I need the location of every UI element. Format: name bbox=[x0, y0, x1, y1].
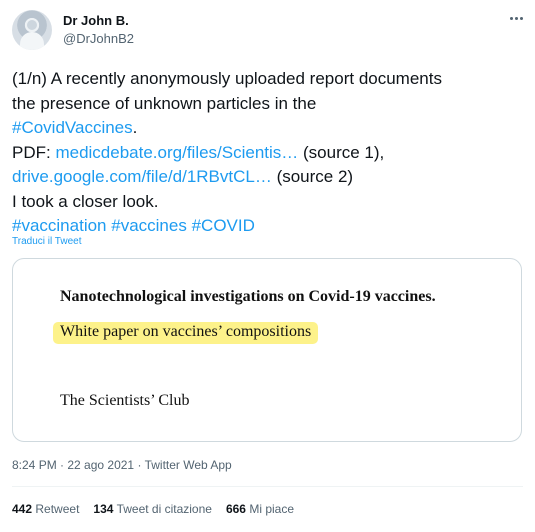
hashtag-covidvaccines[interactable]: #CovidVaccines bbox=[12, 118, 133, 137]
translate-tweet-link[interactable]: Traduci il Tweet bbox=[12, 236, 81, 247]
link-source-1[interactable]: medicdebate.org/files/Scientis… bbox=[55, 143, 298, 162]
quotes-label: Tweet di citazione bbox=[116, 502, 212, 516]
tweet-source[interactable]: Twitter Web App bbox=[145, 458, 232, 472]
tweet-date[interactable]: 22 ago 2021 bbox=[67, 458, 134, 472]
tweet-line-5: drive.google.com/file/d/1RBvtCL… (source… bbox=[12, 165, 527, 190]
tweet-line-6: I took a closer look. bbox=[12, 191, 159, 211]
retweets-stat[interactable]: 442 Retweet bbox=[12, 502, 79, 516]
link-source-2-suffix: (source 2) bbox=[271, 167, 354, 186]
quote-tweets-stat[interactable]: 134 Tweet di citazione bbox=[93, 502, 212, 516]
link-source-1-suffix: (source 1), bbox=[298, 142, 385, 162]
tweet-line-7: #vaccination #vaccines #COVID bbox=[12, 214, 527, 239]
retweets-count: 442 bbox=[12, 502, 33, 516]
author-handle[interactable]: @DrJohnB2 bbox=[63, 31, 134, 46]
document-title: Nanotechnological investigations on Covi… bbox=[60, 288, 436, 305]
pdf-prefix: PDF: bbox=[12, 142, 56, 162]
tweet-metadata: 8:24 PM · 22 ago 2021 · Twitter Web App bbox=[12, 458, 232, 472]
tweet-header: Dr John B. @DrJohnB2 bbox=[0, 0, 535, 60]
tweet-line-4: PDF: medicdebate.org/files/Scientis… (so… bbox=[12, 141, 527, 166]
tweet-line-2: the presence of unknown particles in the bbox=[12, 93, 317, 113]
likes-stat[interactable]: 666 Mi piace bbox=[226, 502, 294, 516]
quotes-count: 134 bbox=[93, 502, 114, 516]
tweet-line-1: (1/n) A recently anonymously uploaded re… bbox=[12, 69, 442, 88]
document-subtitle-highlighted: White paper on vaccines’ compositions bbox=[53, 322, 319, 344]
avatar[interactable] bbox=[12, 10, 52, 50]
likes-count: 666 bbox=[225, 502, 246, 516]
likes-label: Mi piace bbox=[249, 502, 295, 516]
author-name[interactable]: Dr John B. bbox=[63, 13, 129, 28]
avatar-figure-body bbox=[20, 32, 44, 50]
link-source-2[interactable]: drive.google.com/file/d/1RBvtCL… bbox=[12, 167, 272, 186]
divider bbox=[12, 486, 523, 487]
hashtag-vaccination[interactable]: #vaccination bbox=[12, 216, 107, 235]
more-options-icon[interactable] bbox=[506, 11, 526, 25]
meta-separator-2: · bbox=[134, 458, 145, 472]
meta-separator-1: · bbox=[56, 458, 68, 472]
tweet-line-3: #CovidVaccines. bbox=[12, 116, 527, 141]
avatar-figure-head bbox=[25, 18, 39, 32]
hashtag-covid[interactable]: #COVID bbox=[192, 216, 255, 235]
tweet-time[interactable]: 8:24 PM bbox=[12, 458, 57, 472]
tweet-text: (1/n) A recently anonymously uploaded re… bbox=[12, 67, 527, 239]
hashtag-suffix: . bbox=[132, 118, 138, 137]
hashtag-vaccines[interactable]: #vaccines bbox=[111, 216, 187, 235]
engagement-stats: 442 Retweet 134 Tweet di citazione 666 M… bbox=[12, 502, 294, 516]
document-author: The Scientists’ Club bbox=[60, 392, 190, 409]
media-card[interactable]: Nanotechnological investigations on Covi… bbox=[12, 258, 522, 442]
retweets-label: Retweet bbox=[35, 502, 80, 516]
